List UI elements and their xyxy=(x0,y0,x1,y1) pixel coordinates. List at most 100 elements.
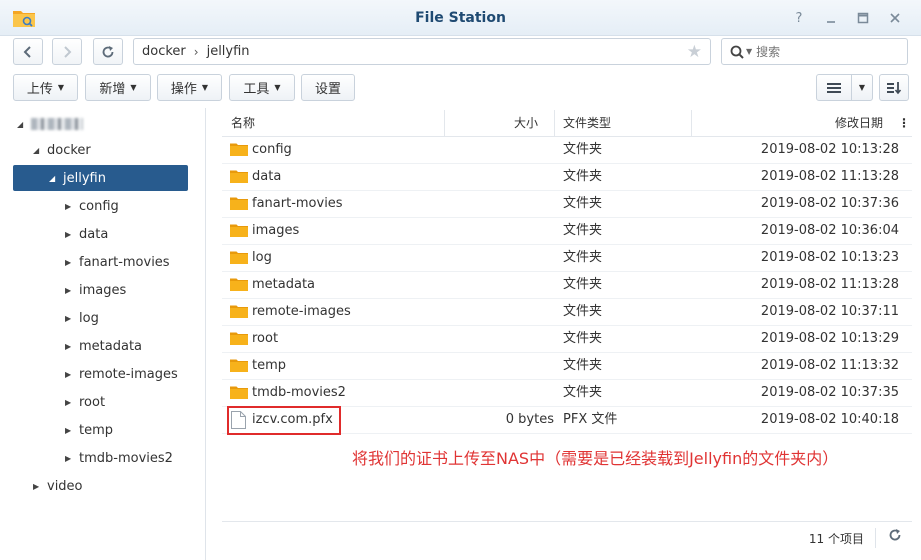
tree-node-root-folder[interactable]: ▶ root xyxy=(65,389,105,415)
table-row[interactable]: data 文件夹 2019-08-02 11:13:28 xyxy=(222,164,912,191)
collapsed-arrow-icon[interactable]: ▶ xyxy=(65,202,79,211)
help-icon[interactable]: ? xyxy=(787,9,811,27)
file-type: 文件夹 xyxy=(563,223,603,238)
settings-button[interactable]: 设置 xyxy=(301,74,355,101)
collapsed-arrow-icon[interactable]: ▶ xyxy=(33,482,47,491)
folder-icon xyxy=(230,170,248,183)
path-breadcrumb[interactable]: docker › jellyfin ★ xyxy=(133,38,711,65)
favorite-star-icon[interactable]: ★ xyxy=(687,42,702,62)
collapsed-arrow-icon[interactable]: ▶ xyxy=(65,342,79,351)
file-name: data xyxy=(252,169,282,184)
table-row[interactable]: metadata 文件夹 2019-08-02 11:13:28 xyxy=(222,272,912,299)
column-type[interactable]: 文件类型 xyxy=(563,110,611,136)
file-modified: 2019-08-02 11:13:32 xyxy=(760,358,899,373)
collapsed-arrow-icon[interactable]: ▶ xyxy=(65,398,79,407)
file-name: fanart-movies xyxy=(252,196,343,211)
file-list-header: 名称 大小 文件类型 修改日期 xyxy=(222,110,912,137)
search-input[interactable] xyxy=(756,44,887,59)
tree-node-metadata[interactable]: ▶ metadata xyxy=(65,333,142,359)
chevron-down-icon: ▼ xyxy=(858,83,866,92)
sort-button[interactable] xyxy=(879,74,909,101)
file-name: root xyxy=(252,331,279,346)
table-row[interactable]: log 文件夹 2019-08-02 10:13:23 xyxy=(222,245,912,272)
expanded-arrow-icon[interactable]: ◢ xyxy=(49,174,63,183)
file-type: 文件夹 xyxy=(563,250,603,265)
tree-node-log[interactable]: ▶ log xyxy=(65,305,99,331)
forward-button[interactable] xyxy=(52,38,82,65)
collapsed-arrow-icon[interactable]: ▶ xyxy=(65,314,79,323)
table-row[interactable]: root 文件夹 2019-08-02 10:13:29 xyxy=(222,326,912,353)
expanded-arrow-icon[interactable]: ◢ xyxy=(33,146,47,155)
file-modified: 2019-08-02 11:13:28 xyxy=(760,169,899,184)
file-type: 文件夹 xyxy=(563,385,603,400)
tree-node-data[interactable]: ▶ data xyxy=(65,221,108,247)
search-icon xyxy=(730,45,744,59)
minimize-icon[interactable] xyxy=(819,9,843,27)
table-row[interactable]: tmdb-movies2 文件夹 2019-08-02 10:37:35 xyxy=(222,380,912,407)
refresh-icon xyxy=(102,45,114,57)
tree-node-jellyfin[interactable]: ◢ jellyfin xyxy=(13,165,188,191)
tree-node-config[interactable]: ▶ config xyxy=(65,193,119,219)
chevron-down-icon: ▼ xyxy=(201,83,209,92)
tools-button[interactable]: 工具 ▼ xyxy=(229,74,295,101)
tree-node-root[interactable]: ◢ xyxy=(17,111,83,137)
file-modified: 2019-08-02 10:37:35 xyxy=(760,385,899,400)
column-name[interactable]: 名称 xyxy=(231,110,255,136)
chevron-down-icon[interactable]: ▼ xyxy=(746,47,752,56)
file-type: 文件夹 xyxy=(563,358,603,373)
highlight-box xyxy=(227,406,341,435)
back-button[interactable] xyxy=(13,38,43,65)
collapsed-arrow-icon[interactable]: ▶ xyxy=(65,426,79,435)
refresh-icon[interactable] xyxy=(888,527,902,546)
table-row[interactable]: temp 文件夹 2019-08-02 11:13:32 xyxy=(222,353,912,380)
file-type: 文件夹 xyxy=(563,169,603,184)
file-type: 文件夹 xyxy=(563,331,603,346)
view-mode-button[interactable] xyxy=(816,74,852,101)
expanded-arrow-icon[interactable]: ◢ xyxy=(17,120,31,129)
blurred-root-label xyxy=(31,118,83,130)
create-button[interactable]: 新增 ▼ xyxy=(85,74,151,101)
column-size[interactable]: 大小 xyxy=(514,110,538,136)
maximize-icon[interactable] xyxy=(851,9,875,27)
folder-icon xyxy=(230,197,248,210)
breadcrumb-docker[interactable]: docker xyxy=(142,44,186,59)
file-name: remote-images xyxy=(252,304,351,319)
tree-node-images[interactable]: ▶ images xyxy=(65,277,126,303)
table-row[interactable]: config 文件夹 2019-08-02 10:13:28 xyxy=(222,137,912,164)
chevron-left-icon xyxy=(23,45,31,58)
folder-icon xyxy=(230,359,248,372)
search-box[interactable]: ▼ xyxy=(721,38,908,65)
file-modified: 2019-08-02 10:36:04 xyxy=(760,223,899,238)
tree-node-docker[interactable]: ◢ docker xyxy=(33,137,91,163)
file-name: metadata xyxy=(252,277,316,292)
column-options-icon[interactable]: ⋮ xyxy=(897,110,911,136)
file-type: 文件夹 xyxy=(563,304,603,319)
chevron-down-icon: ▼ xyxy=(130,83,137,92)
table-row[interactable]: fanart-movies 文件夹 2019-08-02 10:37:36 xyxy=(222,191,912,218)
tree-node-temp[interactable]: ▶ temp xyxy=(65,417,113,443)
table-row[interactable]: images 文件夹 2019-08-02 10:36:04 xyxy=(222,218,912,245)
tree-node-fanart-movies[interactable]: ▶ fanart-movies xyxy=(65,249,170,275)
breadcrumb-jellyfin[interactable]: jellyfin xyxy=(207,44,250,59)
collapsed-arrow-icon[interactable]: ▶ xyxy=(65,258,79,267)
refresh-button[interactable] xyxy=(93,38,123,65)
tree-node-tmdb-movies2[interactable]: ▶ tmdb-movies2 xyxy=(65,445,173,471)
collapsed-arrow-icon[interactable]: ▶ xyxy=(65,454,79,463)
collapsed-arrow-icon[interactable]: ▶ xyxy=(65,286,79,295)
close-icon[interactable] xyxy=(883,9,907,27)
column-modified[interactable]: 修改日期 xyxy=(835,110,883,136)
tree-node-remote-images[interactable]: ▶ remote-images xyxy=(65,361,178,387)
file-name: tmdb-movies2 xyxy=(252,385,346,400)
upload-button[interactable]: 上传 ▼ xyxy=(13,74,78,101)
table-row[interactable]: remote-images 文件夹 2019-08-02 10:37:11 xyxy=(222,299,912,326)
folder-icon xyxy=(230,278,248,291)
status-bar: 11 个项目 xyxy=(222,521,912,560)
title-bar: File Station ? xyxy=(0,0,921,36)
action-button[interactable]: 操作 ▼ xyxy=(157,74,222,101)
tree-node-video[interactable]: ▶ video xyxy=(33,473,83,499)
sort-icon xyxy=(887,81,902,94)
view-mode-dropdown[interactable]: ▼ xyxy=(851,74,873,101)
action-toolbar: 上传 ▼ 新增 ▼ 操作 ▼ 工具 ▼ 设置 ▼ xyxy=(0,72,921,104)
collapsed-arrow-icon[interactable]: ▶ xyxy=(65,370,79,379)
collapsed-arrow-icon[interactable]: ▶ xyxy=(65,230,79,239)
